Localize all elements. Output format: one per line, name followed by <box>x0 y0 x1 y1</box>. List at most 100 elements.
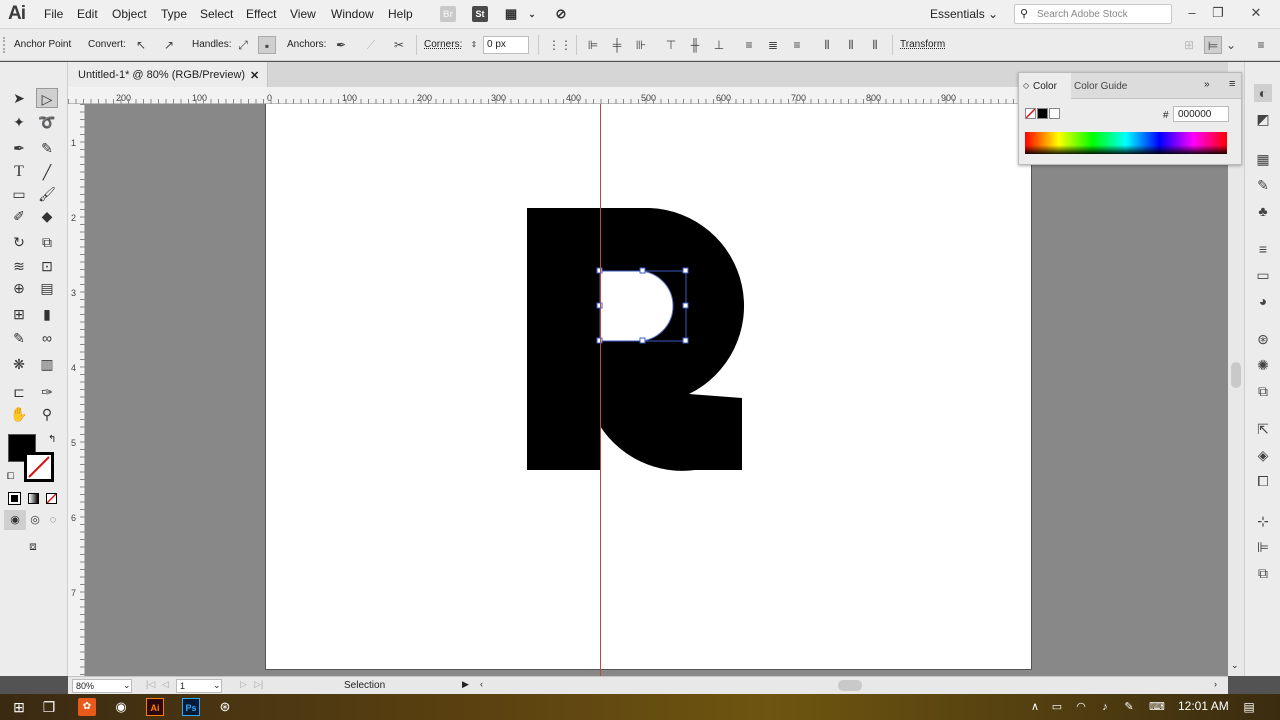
distribute-middle-icon[interactable]: ≣ <box>764 36 782 54</box>
last-artboard-icon[interactable]: ▷| <box>254 679 263 690</box>
collapse-panel-icon[interactable]: » <box>1204 79 1210 90</box>
photoshop-app-icon[interactable]: Ps <box>182 698 200 716</box>
color-guide-icon[interactable]: ◩ <box>1254 110 1272 128</box>
magic-wand-tool-icon[interactable]: ✦ <box>8 112 30 132</box>
chevron-down-icon[interactable]: ⌄ <box>524 6 540 22</box>
graph-tool-icon[interactable]: ▥ <box>36 354 58 374</box>
minimize-button[interactable]: – <box>1182 4 1202 22</box>
network-app-icon[interactable]: ⊛ <box>216 698 234 716</box>
transparency-icon[interactable]: ◕ <box>1254 292 1272 310</box>
none-swatch[interactable] <box>1025 108 1036 119</box>
slice-tool-icon[interactable]: ✑ <box>36 382 58 402</box>
black-swatch[interactable] <box>1037 108 1048 119</box>
hex-input[interactable]: 000000 <box>1173 106 1229 122</box>
align-middle-icon[interactable]: ╫ <box>686 36 704 54</box>
menu-window[interactable]: Window <box>331 7 374 21</box>
pen-tool-icon[interactable]: ✒ <box>8 138 30 158</box>
convert-smooth-icon[interactable]: ↗ <box>160 36 178 54</box>
stock-button[interactable]: St <box>472 6 488 22</box>
close-tab-icon[interactable]: ✕ <box>250 69 259 82</box>
task-view-icon[interactable]: ❐ <box>40 698 58 716</box>
tab-color[interactable]: ◇ Color <box>1019 73 1071 99</box>
rectangle-tool-icon[interactable]: ▭ <box>8 184 30 204</box>
color-panel-icon[interactable]: ◐ <box>1254 84 1272 102</box>
curvature-tool-icon[interactable]: ✎ <box>36 138 58 158</box>
windows-start-icon[interactable]: ⊞ <box>10 698 28 716</box>
draw-normal-icon[interactable]: ◉ <box>4 510 26 530</box>
menu-file[interactable]: File <box>44 7 63 21</box>
scroll-thumb[interactable] <box>1231 362 1241 388</box>
tab-color-guide[interactable]: Color Guide <box>1074 81 1127 92</box>
corners-input[interactable]: 0 px <box>483 36 529 54</box>
pathfinder-icon[interactable]: ⧉ <box>1254 564 1272 582</box>
corners-stepper-icon[interactable]: ⇕ <box>465 36 483 54</box>
illustrator-app-icon[interactable]: Ai <box>146 698 164 716</box>
none-mode-icon[interactable] <box>46 493 57 504</box>
paintbrush-tool-icon[interactable]: 🖌 <box>36 184 58 204</box>
white-swatch[interactable] <box>1049 108 1060 119</box>
selection-tool-icon[interactable]: ➤ <box>8 88 30 108</box>
free-transform-tool-icon[interactable]: ⊡ <box>36 256 58 276</box>
menu-help[interactable]: Help <box>388 7 413 21</box>
layers-icon[interactable]: ◈ <box>1254 446 1272 464</box>
control-panel-menu-icon[interactable]: ⊨ <box>1204 36 1222 54</box>
stock-search-input[interactable]: ⚲ Search Adobe Stock <box>1014 4 1172 24</box>
symbol-sprayer-tool-icon[interactable]: ❋ <box>8 354 30 374</box>
transform-link[interactable]: Transform <box>900 39 945 50</box>
hand-tool-icon[interactable]: ✋ <box>8 404 30 424</box>
draw-inside-icon[interactable]: ◌ <box>42 510 64 530</box>
scroll-left-icon[interactable]: ‹ <box>480 679 483 689</box>
horizontal-scroll-thumb[interactable] <box>838 680 862 691</box>
change-screen-mode-icon[interactable]: ⧈ <box>22 536 44 556</box>
distribute-center-icon[interactable]: ⦀ <box>842 36 860 54</box>
menu-edit[interactable]: Edit <box>77 7 98 21</box>
line-tool-icon[interactable]: ╱ <box>36 162 58 182</box>
symbols-icon[interactable]: ♣ <box>1254 202 1272 220</box>
document-tab[interactable]: Untitled-1* @ 80% (RGB/Preview) ✕ <box>68 62 268 87</box>
type-tool-icon[interactable]: T <box>8 162 30 182</box>
color-spectrum[interactable] <box>1025 132 1227 154</box>
volume-icon[interactable]: ♪ <box>1096 698 1114 716</box>
menu-view[interactable]: View <box>290 7 316 21</box>
vertical-ruler[interactable]: 1 2 3 4 5 6 7 <box>68 104 85 676</box>
chrome-icon[interactable]: ◉ <box>112 698 130 716</box>
previous-artboard-icon[interactable]: ◁ <box>162 679 169 690</box>
panel-menu-icon[interactable]: ≡ <box>1252 36 1270 54</box>
keyboard-icon[interactable]: ⌨ <box>1148 698 1166 716</box>
artboards-icon[interactable]: ⧠ <box>1254 472 1272 490</box>
wifi-icon[interactable]: ◠ <box>1072 698 1090 716</box>
zoom-tool-icon[interactable]: ⚲ <box>36 404 58 424</box>
menu-type[interactable]: Type <box>161 7 187 21</box>
isolate-icon[interactable]: ⊞ <box>1180 36 1198 54</box>
artboard-tool-icon[interactable]: ⊏ <box>8 382 30 402</box>
shape-builder-tool-icon[interactable]: ⊕ <box>8 278 30 298</box>
chevron-up-icon[interactable]: ∧ <box>1026 698 1044 716</box>
align-top-icon[interactable]: ⊤ <box>662 36 680 54</box>
align-left-icon[interactable]: ⊫ <box>584 36 602 54</box>
clock[interactable]: 12:01 AM <box>1178 699 1229 713</box>
battery-icon[interactable]: ▭ <box>1048 698 1066 716</box>
app-icon[interactable]: ✿ <box>78 698 96 716</box>
eraser-tool-icon[interactable]: ◆ <box>36 206 58 226</box>
perspective-grid-tool-icon[interactable]: ▤ <box>36 278 58 298</box>
vertical-guide[interactable] <box>600 104 601 676</box>
distribute-bottom-icon[interactable]: ≡ <box>788 36 806 54</box>
swatches-icon[interactable]: ▦ <box>1254 150 1272 168</box>
distribute-left-icon[interactable]: ⦀ <box>818 36 836 54</box>
show-handles-icon[interactable]: ⤢ <box>234 36 252 54</box>
bridge-button[interactable]: Br <box>440 6 456 22</box>
pen-workspace-icon[interactable]: ✎ <box>1120 698 1138 716</box>
align-icon[interactable]: ⊫ <box>1254 538 1272 556</box>
swap-fill-stroke-icon[interactable]: ↰ <box>48 434 56 445</box>
default-fill-stroke-icon[interactable]: ⧠ <box>7 471 14 482</box>
shaper-tool-icon[interactable]: ✐ <box>8 206 30 226</box>
scroll-right-icon[interactable]: › <box>1214 679 1217 689</box>
gradient-mode-icon[interactable] <box>28 493 39 504</box>
cut-path-icon[interactable]: ✂ <box>390 36 408 54</box>
chevron-down-icon[interactable]: ⌄ <box>1222 36 1240 54</box>
direct-selection-tool-icon[interactable]: ▷ <box>36 88 58 108</box>
corners-label[interactable]: Corners: <box>424 39 462 50</box>
status-text[interactable]: Selection <box>344 680 385 691</box>
gpu-performance-icon[interactable]: ⊘ <box>553 6 569 22</box>
stroke-icon[interactable]: ≡ <box>1254 240 1272 258</box>
